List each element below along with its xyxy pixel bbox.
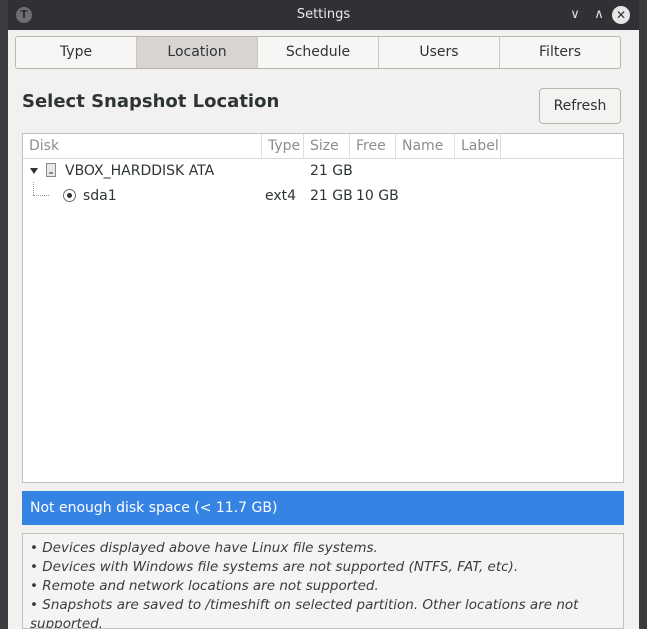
partition-size: 21 GB [310, 188, 353, 204]
tab-location[interactable]: Location [137, 37, 258, 68]
maximize-button[interactable]: ∧ [589, 5, 609, 25]
column-header-type[interactable]: Type [262, 134, 304, 158]
tab-schedule[interactable]: Schedule [258, 37, 379, 68]
note-line: • Devices displayed above have Linux fil… [30, 540, 378, 556]
partition-free: 10 GB [356, 188, 399, 204]
note-line: supported. [30, 616, 103, 629]
note-line: • Devices with Windows file systems are … [30, 559, 519, 575]
disk-name[interactable]: VBOX_HARDDISK ATA [65, 162, 214, 180]
partition-name[interactable]: sda1 [83, 187, 117, 205]
column-header-label[interactable]: Label [455, 134, 501, 158]
partition-radio[interactable] [63, 189, 76, 202]
tab-type[interactable]: Type [16, 37, 137, 68]
tab-users[interactable]: Users [379, 37, 500, 68]
settings-window: T Settings ∨ ∧ ✕ Type Location Schedule … [8, 0, 639, 629]
disk-size: 21 GB [310, 163, 353, 179]
note-line: • Remote and network locations are not s… [30, 578, 379, 594]
column-header-free[interactable]: Free [350, 134, 396, 158]
note-line: • Snapshots are saved to /timeshift on s… [30, 597, 579, 613]
tree-connector-line [33, 195, 49, 196]
column-header-name[interactable]: Name [396, 134, 455, 158]
tree-header: Disk Type Size Free Name Label [23, 134, 623, 159]
tree-connector-line [33, 182, 34, 195]
partition-type: ext4 [265, 188, 297, 204]
tab-bar: Type Location Schedule Users Filters [15, 36, 621, 69]
window-title: Settings [296, 7, 351, 22]
expander-arrow-icon[interactable] [30, 168, 38, 174]
status-message: Not enough disk space (< 11.7 GB) [22, 491, 624, 525]
harddisk-icon [46, 163, 56, 177]
page-title: Select Snapshot Location [22, 91, 280, 112]
column-header-disk[interactable]: Disk [23, 134, 262, 158]
notes-panel: • Devices displayed above have Linux fil… [22, 533, 624, 629]
minimize-button[interactable]: ∨ [565, 5, 585, 25]
close-button[interactable]: ✕ [612, 6, 630, 24]
column-header-size[interactable]: Size [304, 134, 350, 158]
title-bar: T Settings ∨ ∧ ✕ [8, 0, 639, 30]
refresh-button[interactable]: Refresh [539, 88, 621, 124]
device-tree[interactable]: Disk Type Size Free Name Label VBOX_HARD… [22, 133, 624, 483]
tab-filters[interactable]: Filters [500, 37, 620, 68]
